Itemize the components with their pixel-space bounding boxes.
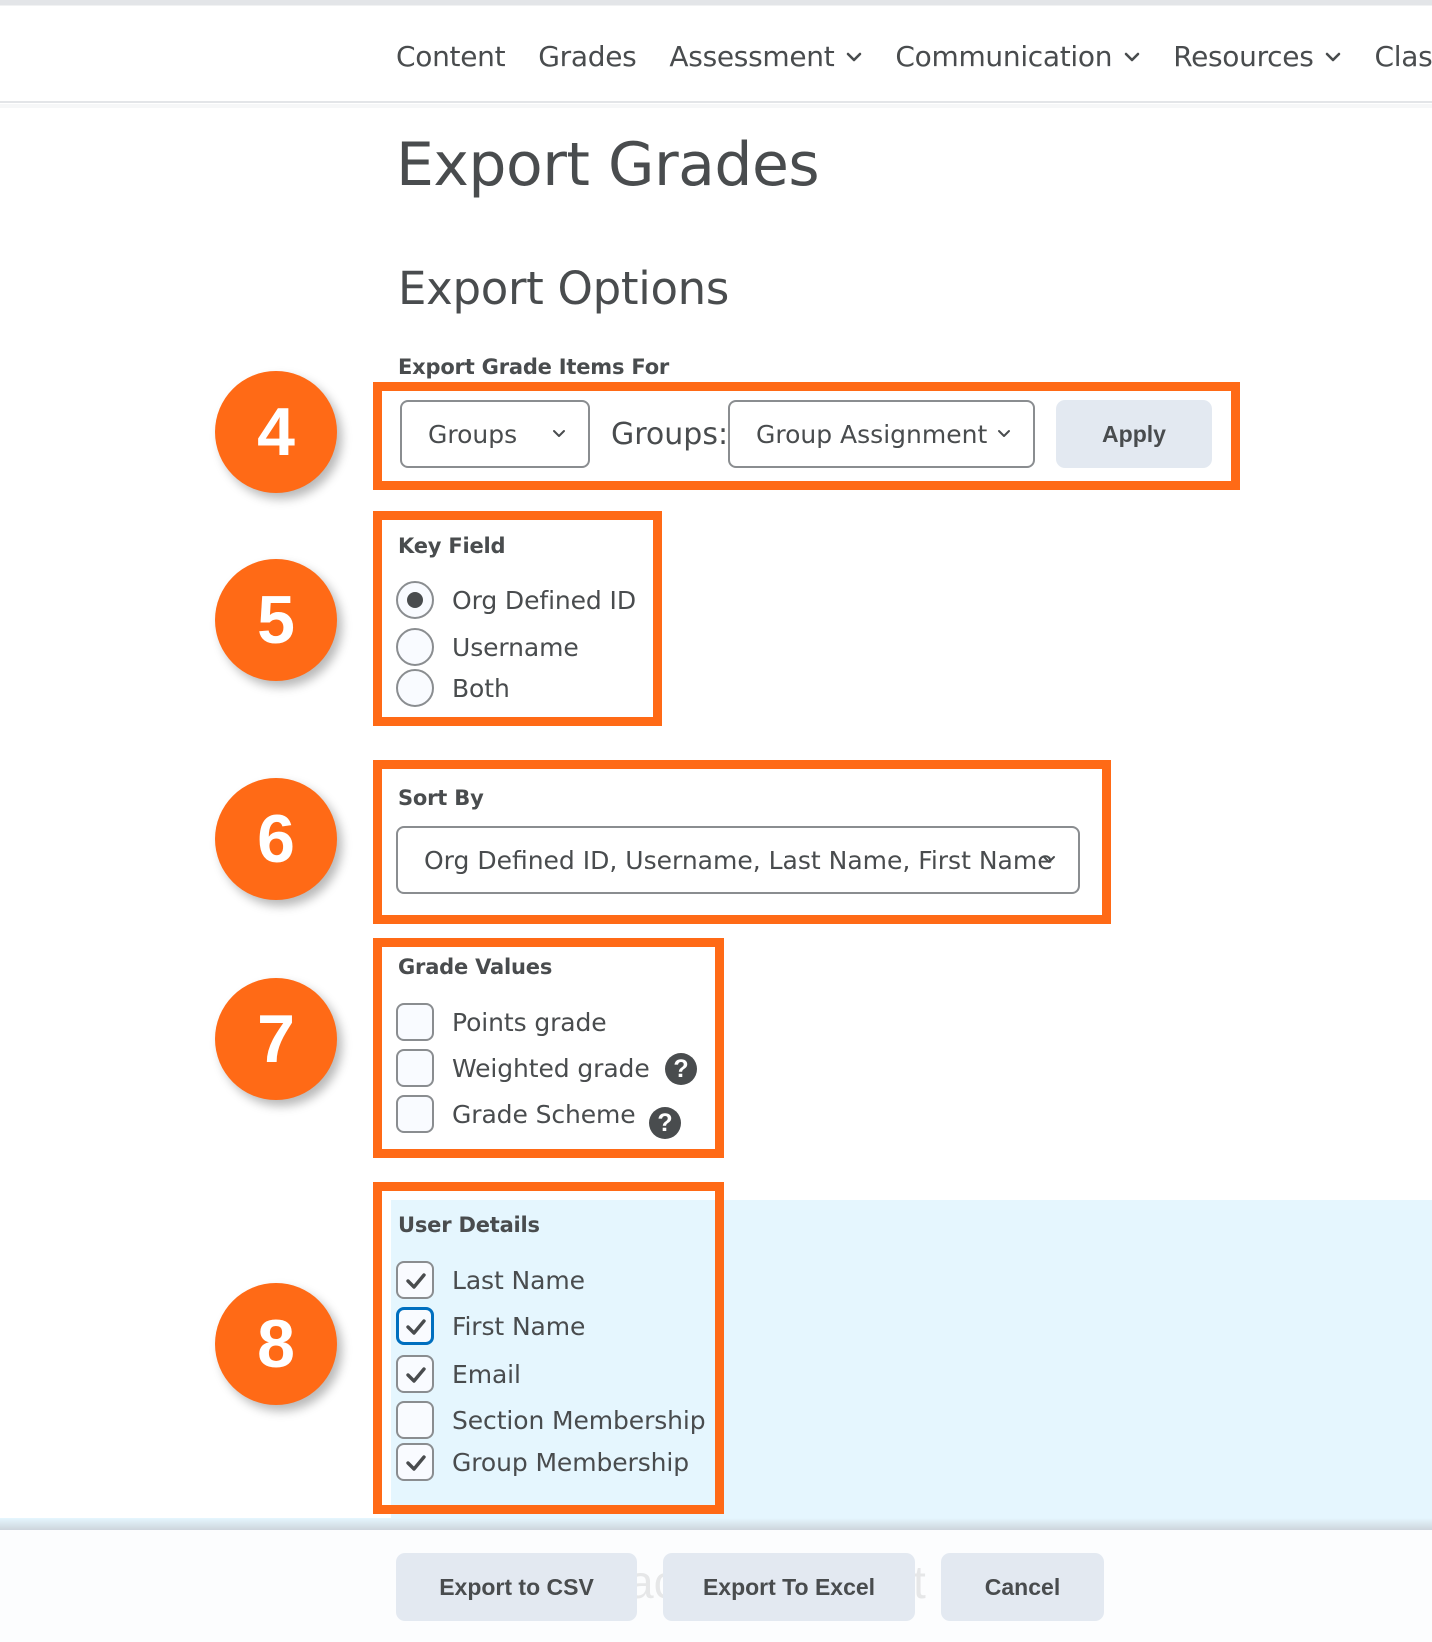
checkbox-first-name[interactable] bbox=[396, 1307, 434, 1345]
option-label: Points grade bbox=[452, 1007, 607, 1037]
radio-both[interactable] bbox=[396, 669, 434, 707]
key-field-option[interactable]: Username bbox=[396, 628, 579, 666]
cancel-button[interactable]: Cancel bbox=[941, 1553, 1104, 1621]
option-label: Email bbox=[452, 1359, 521, 1389]
apply-button[interactable]: Apply bbox=[1056, 400, 1212, 468]
chevron-down-icon bbox=[997, 428, 1011, 440]
chevron-down-icon bbox=[1042, 854, 1056, 866]
option-label: Section Membership bbox=[452, 1405, 706, 1435]
checkmark-icon bbox=[406, 1319, 426, 1335]
checkbox-email[interactable] bbox=[396, 1355, 434, 1393]
chevron-down-icon bbox=[552, 428, 566, 440]
checkbox-group-membership[interactable] bbox=[396, 1443, 434, 1481]
checkmark-icon bbox=[406, 1367, 426, 1383]
option-label: Both bbox=[452, 673, 510, 703]
radio-username[interactable] bbox=[396, 628, 434, 666]
key-field-label: Key Field bbox=[398, 534, 506, 558]
key-field-option[interactable]: Org Defined ID bbox=[396, 581, 636, 619]
user-detail-option[interactable]: Last Name bbox=[396, 1261, 585, 1299]
scope-select[interactable]: Groups bbox=[400, 400, 590, 468]
export-csv-button[interactable]: Export to CSV bbox=[396, 1553, 637, 1621]
option-label: First Name bbox=[452, 1311, 586, 1341]
scope-select-value: Groups bbox=[428, 419, 518, 449]
nav-item-class[interactable]: Class bbox=[1374, 40, 1432, 73]
grade-value-option[interactable]: Points grade bbox=[396, 1003, 607, 1041]
nav-item-communication[interactable]: Communication bbox=[895, 40, 1140, 73]
chevron-down-icon bbox=[846, 49, 862, 65]
option-label: Last Name bbox=[452, 1265, 585, 1295]
navbar-shadow bbox=[0, 104, 1432, 108]
nav-item-label: Resources bbox=[1173, 40, 1314, 73]
user-detail-option[interactable]: Section Membership bbox=[396, 1401, 706, 1439]
footer-shadow bbox=[0, 1518, 1432, 1530]
nav-item-grades[interactable]: Grades bbox=[538, 40, 636, 73]
step-badge-6: 6 bbox=[215, 778, 337, 900]
group-select[interactable]: Group Assignment bbox=[728, 400, 1035, 468]
nav-item-label: Class bbox=[1374, 40, 1432, 73]
nav-item-label: Assessment bbox=[669, 40, 835, 73]
key-field-option[interactable]: Both bbox=[396, 669, 510, 707]
checkmark-icon bbox=[406, 1273, 426, 1289]
nav-item-content[interactable]: Content bbox=[396, 40, 506, 73]
chevron-down-icon bbox=[1325, 49, 1341, 65]
group-select-value: Group Assignment bbox=[756, 419, 988, 449]
sort-by-select[interactable]: Org Defined ID, Username, Last Name, Fir… bbox=[396, 826, 1080, 894]
chevron-down-icon bbox=[1124, 49, 1140, 65]
nav-item-resources[interactable]: Resources bbox=[1173, 40, 1341, 73]
export-excel-button[interactable]: Export To Excel bbox=[663, 1553, 915, 1621]
help-icon[interactable]: ? bbox=[649, 1107, 681, 1139]
checkbox-weighted-grade[interactable] bbox=[396, 1049, 434, 1087]
user-detail-option[interactable]: Group Membership bbox=[396, 1443, 689, 1481]
radio-org-defined-id[interactable] bbox=[396, 581, 434, 619]
option-label: Weighted grade bbox=[452, 1053, 650, 1083]
user-details-label: User Details bbox=[398, 1213, 540, 1237]
nav-item-label: Grades bbox=[538, 40, 637, 73]
nav-items: Content Grades Assessment Communication … bbox=[396, 40, 1432, 73]
export-for-label: Export Grade Items For bbox=[398, 355, 670, 379]
option-label: Username bbox=[452, 632, 579, 662]
course-navbar: Content Grades Assessment Communication … bbox=[0, 6, 1432, 103]
user-detail-option[interactable]: First Name bbox=[396, 1307, 585, 1345]
user-detail-option[interactable]: Email bbox=[396, 1355, 521, 1393]
checkmark-icon bbox=[406, 1455, 426, 1471]
grade-values-label: Grade Values bbox=[398, 955, 553, 979]
step-badge-5: 5 bbox=[215, 559, 337, 681]
page-title: Export Grades bbox=[396, 130, 820, 200]
nav-item-assessment[interactable]: Assessment bbox=[669, 40, 862, 73]
checkbox-last-name[interactable] bbox=[396, 1261, 434, 1299]
step-badge-8: 8 bbox=[215, 1283, 337, 1405]
help-icon[interactable]: ? bbox=[665, 1053, 697, 1085]
option-label: Org Defined ID bbox=[452, 585, 636, 615]
nav-item-label: Content bbox=[396, 40, 506, 73]
grade-value-option[interactable]: Grade Scheme bbox=[396, 1095, 636, 1133]
option-label: Group Membership bbox=[452, 1447, 689, 1477]
step-badge-4: 4 bbox=[215, 371, 337, 493]
checkbox-grade-scheme[interactable] bbox=[396, 1095, 434, 1133]
option-label: Grade Scheme bbox=[452, 1099, 636, 1129]
groups-label: Groups: bbox=[611, 417, 729, 452]
checkbox-section-membership[interactable] bbox=[396, 1401, 434, 1439]
section-title: Export Options bbox=[398, 262, 730, 315]
step-badge-7: 7 bbox=[215, 978, 337, 1100]
sort-by-label: Sort By bbox=[398, 786, 484, 810]
sort-by-value: Org Defined ID, Username, Last Name, Fir… bbox=[424, 845, 1053, 875]
grade-value-option[interactable]: Weighted grade bbox=[396, 1049, 650, 1087]
checkbox-points-grade[interactable] bbox=[396, 1003, 434, 1041]
nav-item-label: Communication bbox=[895, 40, 1113, 73]
